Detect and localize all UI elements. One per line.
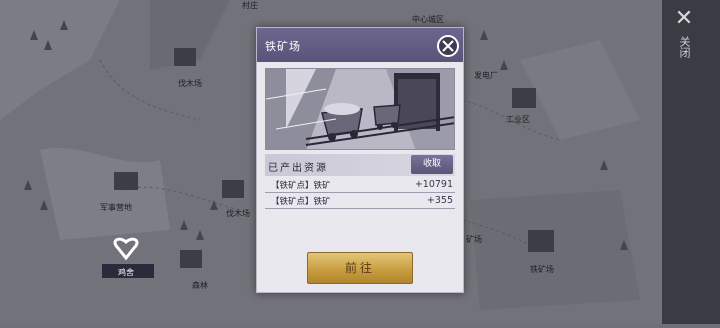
map-label-forest: 森林 — [192, 281, 208, 290]
collect-button[interactable]: 收取 — [411, 155, 453, 174]
map-label-lumberyard-2: 伐木场 — [226, 209, 250, 218]
map-label-lumberyard: 伐木场 — [178, 79, 202, 88]
map-label-power-plant: 发电厂 — [474, 71, 498, 80]
map-label-center-city: 中心城区 — [412, 15, 444, 24]
close-icon[interactable]: ✕ — [672, 8, 696, 32]
resource-name: 【铁矿点】铁矿 — [271, 181, 331, 191]
building-dialog: 铁矿场 已产出资源 收取 【铁矿点】铁矿 +10791 【铁矿点】铁矿 +355… — [256, 27, 464, 293]
close-label[interactable]: 关闭 — [678, 36, 691, 58]
map-label-industrial-zone: 工业区 — [506, 115, 530, 124]
resource-row: 【铁矿点】铁矿 +355 — [265, 194, 455, 209]
dialog-header: 铁矿场 — [257, 28, 463, 62]
resource-amount: +355 — [426, 195, 453, 206]
close-icon — [442, 40, 454, 52]
resource-amount: +10791 — [414, 179, 453, 190]
produced-resources-bar: 已产出资源 收取 — [265, 154, 455, 176]
resource-row: 【铁矿点】铁矿 +10791 — [265, 178, 455, 193]
dialog-title: 铁矿场 — [265, 40, 301, 53]
map-label-military-camp: 军事营地 — [100, 203, 132, 212]
go-button[interactable]: 前往 — [307, 252, 413, 284]
map-label-village: 村庄 — [242, 1, 258, 10]
right-sidebar — [662, 0, 720, 324]
map-label-chicken-coop[interactable]: 鸡舍 — [118, 267, 134, 278]
map-label-mine: 矿场 — [466, 235, 482, 244]
map-label-ore-mine: 铁矿场 — [530, 265, 554, 274]
iron-mine-illustration — [265, 68, 455, 150]
resource-name: 【铁矿点】铁矿 — [271, 197, 331, 207]
dialog-close-button[interactable] — [437, 35, 459, 57]
produced-resources-label: 已产出资源 — [268, 163, 328, 174]
